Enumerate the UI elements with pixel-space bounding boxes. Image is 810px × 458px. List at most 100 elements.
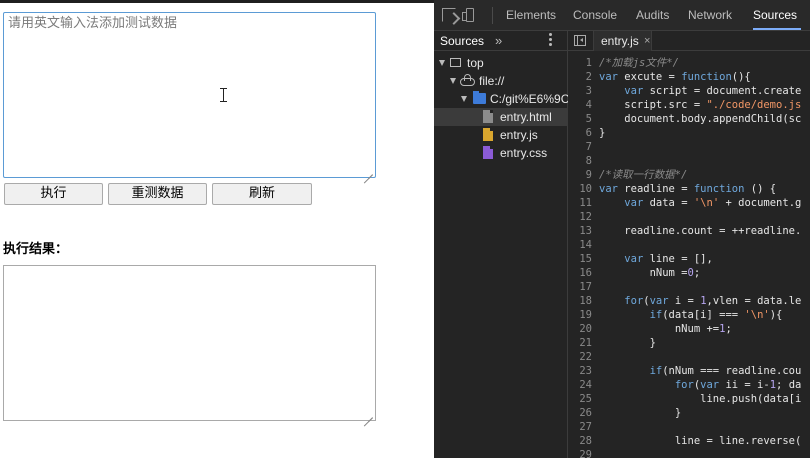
- tree-item-file[interactable]: entry.css: [434, 144, 568, 162]
- tree-label: entry.js: [500, 128, 538, 142]
- code-line: 12: [568, 210, 810, 224]
- line-number[interactable]: 12: [568, 210, 592, 224]
- editor-file-tab[interactable]: entry.js ×: [594, 31, 652, 51]
- line-number[interactable]: 5: [568, 112, 592, 126]
- code-line: 15 var line = [],: [568, 252, 810, 266]
- line-number[interactable]: 21: [568, 336, 592, 350]
- line-number[interactable]: 9: [568, 168, 592, 182]
- more-tabs-icon[interactable]: »: [495, 32, 502, 50]
- code-token: function: [681, 71, 732, 83]
- code-line: 13 readline.count = ++readline.: [568, 224, 810, 238]
- tab-console[interactable]: Console: [573, 0, 617, 30]
- code-token: var: [599, 183, 625, 195]
- toggle-navigator-icon[interactable]: [574, 35, 586, 46]
- line-number[interactable]: 14: [568, 238, 592, 252]
- code-view[interactable]: 1 /*加载js文件*/ 2 var excute = function(){ 3 va…: [568, 56, 810, 458]
- line-number[interactable]: 10: [568, 182, 592, 196]
- top-edge-bar: [0, 0, 434, 3]
- test-data-input[interactable]: 请用英文输入法添加测试数据: [3, 12, 376, 178]
- code-text: var script = document.create: [599, 84, 801, 98]
- code-line: 5 document.body.appendChild(sc: [568, 112, 810, 126]
- device-toggle-icon[interactable]: [462, 8, 474, 22]
- sources-navigator: Sources » top file:// C:/git%E6%9C entry…: [434, 31, 568, 458]
- code-token: }: [599, 337, 656, 349]
- line-number[interactable]: 18: [568, 294, 592, 308]
- line-number[interactable]: 16: [568, 266, 592, 280]
- code-token: data =: [649, 197, 694, 209]
- line-number[interactable]: 29: [568, 448, 592, 458]
- line-number[interactable]: 15: [568, 252, 592, 266]
- code-line: 6}: [568, 126, 810, 140]
- code-line: 22: [568, 350, 810, 364]
- code-text: readline.count = ++readline.: [599, 224, 801, 238]
- line-number[interactable]: 11: [568, 196, 592, 210]
- code-line: 23 if(nNum === readline.cou: [568, 364, 810, 378]
- line-number[interactable]: 4: [568, 98, 592, 112]
- navigator-tab-sources[interactable]: Sources: [440, 31, 484, 50]
- line-number[interactable]: 6: [568, 126, 592, 140]
- code-text: nNum =0;: [599, 266, 701, 280]
- devtools-panel: Elements Console Audits Network Sources …: [434, 0, 810, 458]
- code-text: if(data[i] === '\n'){: [599, 308, 783, 322]
- code-token: () {: [750, 183, 777, 195]
- code-line: 28 line = line.reverse(: [568, 434, 810, 448]
- tab-sources[interactable]: Sources: [753, 0, 801, 30]
- css-file-icon: [483, 146, 493, 159]
- code-token: /*加载js文件*/: [599, 57, 679, 69]
- line-number[interactable]: 26: [568, 406, 592, 420]
- input-placeholder: 请用英文输入法添加测试数据: [8, 16, 178, 31]
- tab-network[interactable]: Network: [688, 0, 732, 30]
- line-number[interactable]: 22: [568, 350, 592, 364]
- line-number[interactable]: 3: [568, 84, 592, 98]
- retest-data-button[interactable]: 重测数据: [108, 183, 207, 205]
- code-token: readline =: [624, 183, 694, 195]
- tab-audits[interactable]: Audits: [636, 0, 669, 30]
- code-line: 24 for(var ii = i-1; da: [568, 378, 810, 392]
- line-number[interactable]: 23: [568, 364, 592, 378]
- result-output[interactable]: [3, 265, 376, 421]
- line-number[interactable]: 20: [568, 322, 592, 336]
- code-token: ;: [693, 267, 701, 279]
- code-text: }: [599, 336, 656, 350]
- execute-button[interactable]: 执行: [4, 183, 103, 205]
- tree-item-origin[interactable]: file://: [434, 72, 568, 90]
- code-token: var: [624, 253, 650, 265]
- resize-grip-icon[interactable]: [363, 408, 373, 418]
- line-number[interactable]: 1: [568, 56, 592, 70]
- line-number[interactable]: 25: [568, 392, 592, 406]
- code-token: var: [599, 71, 625, 83]
- line-number[interactable]: 24: [568, 378, 592, 392]
- code-line: 20 nNum +=1;: [568, 322, 810, 336]
- code-text: script.src = "./code/demo.js: [599, 98, 801, 112]
- tree-item-file[interactable]: entry.js: [434, 126, 568, 144]
- tree-item-file[interactable]: entry.html: [434, 108, 568, 126]
- code-token: (nNum === readline.cou: [662, 365, 802, 377]
- tree-item-top[interactable]: top: [434, 54, 568, 72]
- code-text: var excute = function(){: [599, 70, 751, 84]
- line-number[interactable]: 27: [568, 420, 592, 434]
- code-text: if(nNum === readline.cou: [599, 364, 802, 378]
- resize-grip-icon[interactable]: [363, 165, 373, 175]
- tree-label: file://: [479, 74, 505, 88]
- kebab-menu-icon[interactable]: [549, 33, 552, 47]
- close-tab-icon[interactable]: ×: [644, 31, 650, 51]
- code-token: }: [599, 127, 606, 139]
- test-page: 请用英文输入法添加测试数据 执行 重测数据 刷新 执行结果：: [0, 0, 434, 458]
- inspect-element-icon[interactable]: [442, 8, 456, 22]
- line-number[interactable]: 19: [568, 308, 592, 322]
- expand-triangle-icon: [461, 96, 467, 102]
- file-tab-label: entry.js: [601, 34, 639, 48]
- line-number[interactable]: 8: [568, 154, 592, 168]
- line-number[interactable]: 28: [568, 434, 592, 448]
- line-number[interactable]: 17: [568, 280, 592, 294]
- tab-elements[interactable]: Elements: [506, 0, 556, 30]
- refresh-button[interactable]: 刷新: [212, 183, 312, 205]
- code-text: var line = [],: [599, 252, 713, 266]
- tree-item-folder[interactable]: C:/git%E6%9C: [434, 90, 568, 108]
- code-token: }: [599, 407, 682, 419]
- line-number[interactable]: 7: [568, 140, 592, 154]
- line-number[interactable]: 13: [568, 224, 592, 238]
- line-number[interactable]: 2: [568, 70, 592, 84]
- code-token: readline.count = ++readline.: [599, 225, 802, 237]
